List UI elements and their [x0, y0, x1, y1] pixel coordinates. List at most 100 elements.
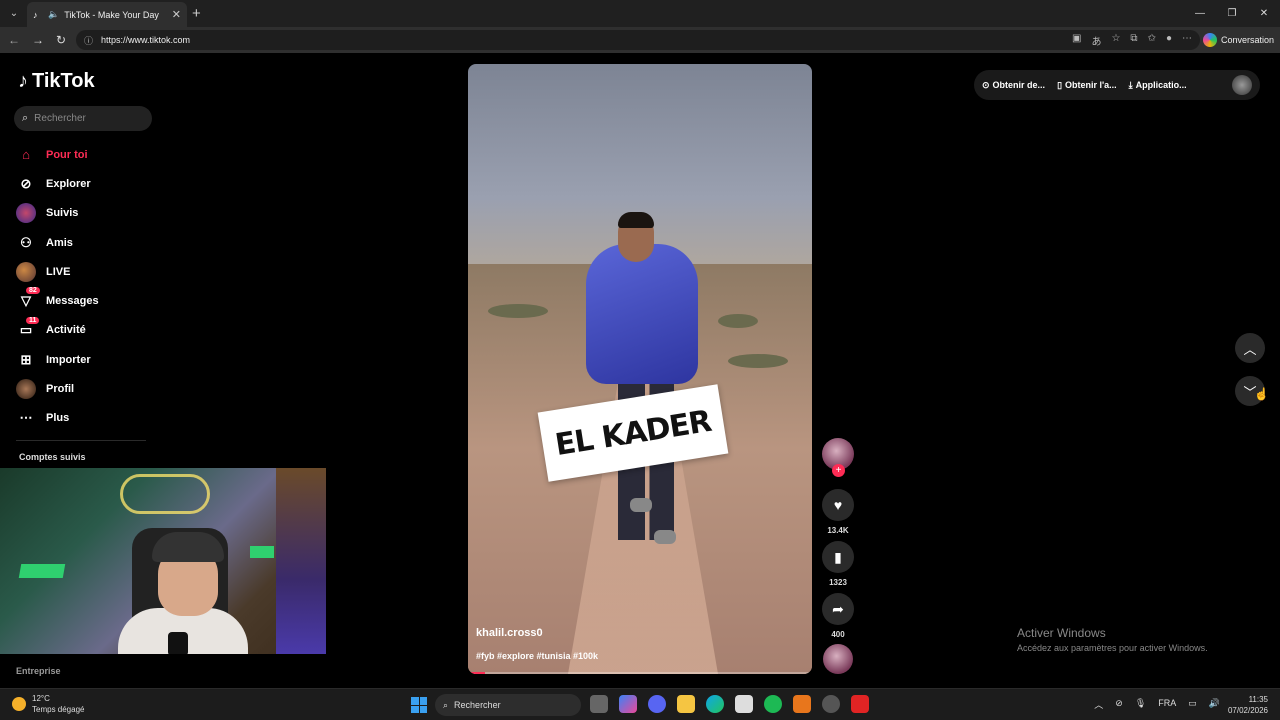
vlc-icon[interactable]: [793, 695, 811, 713]
copilot-button[interactable]: Conversation: [1202, 30, 1274, 50]
extensions-icon[interactable]: ⧉: [1130, 33, 1137, 48]
profile-avatar: [16, 379, 36, 400]
compass-icon: ⊘: [20, 175, 32, 191]
sidebar-item-label: Messages: [46, 295, 99, 308]
close-tab-icon[interactable]: ✕: [172, 8, 181, 21]
task-view-icon[interactable]: [590, 695, 608, 713]
network-off-icon[interactable]: ⊘: [1115, 698, 1123, 711]
site-info-icon[interactable]: ⓘ: [84, 34, 93, 47]
display-icon[interactable]: ▭: [1188, 698, 1197, 711]
tiktok-logo[interactable]: ♪ TikTok: [18, 70, 95, 93]
sidebar-item-label: Profil: [46, 383, 75, 396]
taskbar-search[interactable]: ⌕ Rechercher: [435, 694, 581, 716]
store-icon[interactable]: [735, 695, 753, 713]
red-app-icon[interactable]: [851, 695, 869, 713]
sidebar-item-live[interactable]: LIVE: [16, 257, 156, 286]
previous-video-button[interactable]: ︿: [1235, 333, 1265, 363]
sidebar-item-amis[interactable]: ⚇ Amis: [16, 228, 156, 257]
video-player[interactable]: EL KADER khalil.cross0 #fyb #explore #tu…: [468, 64, 812, 674]
save-button[interactable]: ▮: [822, 541, 854, 573]
system-tray: ︿ ⊘ 🎙 FRA ▭ 🔊: [1094, 698, 1220, 711]
favorites-icon[interactable]: ✩: [1148, 33, 1156, 48]
close-window-icon[interactable]: ✕: [1248, 0, 1280, 27]
logo-text: TikTok: [32, 70, 95, 92]
copilot-app-icon[interactable]: [619, 695, 637, 713]
sidebar-item-messages[interactable]: ▽ 82 Messages: [16, 286, 156, 315]
get-coins-label: Obtenir de...: [992, 80, 1046, 90]
search-input[interactable]: ⌕ Rechercher: [14, 106, 152, 131]
window-controls: — ❐ ✕: [1184, 0, 1280, 27]
weather-desc: Temps dégagé: [32, 705, 85, 714]
share-button[interactable]: ➦: [822, 593, 854, 625]
sidebar-item-plus[interactable]: ⋯ Plus: [16, 404, 156, 433]
bush: [728, 354, 788, 368]
microphone: [168, 632, 188, 654]
address-bar-row: ← → ↻ ⓘ https://www.tiktok.com ▣ あ ☆ ⧉ ✩…: [0, 27, 1280, 53]
mic-icon[interactable]: 🎙: [1135, 698, 1146, 711]
sidebar-item-label: Pour toi: [46, 148, 88, 161]
browser-tabbar: ⌄ ♪ 🔈 TikTok - Make Your Day ✕ + — ❐ ✕: [0, 0, 1280, 27]
weather-temp: 12°C: [32, 694, 50, 703]
copilot-icon: [1202, 33, 1217, 47]
sidebar-divider: [16, 440, 146, 441]
translate-icon[interactable]: あ: [1091, 33, 1101, 48]
browser-tab[interactable]: ♪ 🔈 TikTok - Make Your Day ✕: [27, 2, 187, 27]
start-button-icon[interactable]: [411, 697, 427, 713]
volume-icon[interactable]: 🔊: [1209, 698, 1220, 711]
favorite-star-icon[interactable]: ☆: [1111, 33, 1120, 48]
more-menu-icon[interactable]: ⋯: [1182, 33, 1192, 48]
clock-time: 11:35: [1248, 695, 1268, 704]
sidebar-item-label: Explorer: [46, 177, 91, 190]
video-progress-fill: [468, 672, 486, 674]
weather-widget[interactable]: 12°C Temps dégagé: [12, 693, 84, 715]
get-coins-button[interactable]: ⊙ Obtenir de...: [982, 80, 1045, 91]
sidebar-item-explorer[interactable]: ⊘ Explorer: [16, 169, 156, 198]
heart-icon: ♥: [833, 497, 843, 513]
video-username[interactable]: khalil.cross0: [476, 627, 543, 639]
profile-icon[interactable]: ●: [1166, 33, 1172, 48]
taskbar-search-icon: ⌕: [443, 699, 449, 710]
like-button[interactable]: ♥: [822, 489, 854, 521]
tray-overflow-icon[interactable]: ︿: [1094, 698, 1103, 711]
forward-icon[interactable]: →: [32, 33, 44, 47]
follow-plus-icon[interactable]: +: [832, 464, 845, 477]
sidebar-item-suivis[interactable]: Suivis: [16, 199, 156, 228]
sidebar-item-pour-toi[interactable]: ⌂ Pour toi: [16, 140, 156, 169]
tab-actions-chevron-icon[interactable]: ⌄: [4, 4, 24, 22]
file-explorer-icon[interactable]: [677, 695, 695, 713]
url-field[interactable]: ⓘ https://www.tiktok.com ▣ あ ☆ ⧉ ✩ ● ⋯: [76, 30, 1200, 50]
taskbar-clock[interactable]: 11:35 07/02/2026: [1228, 694, 1268, 716]
reload-icon[interactable]: ↻: [56, 33, 66, 47]
download-icon: ⤓: [1128, 79, 1133, 90]
language-indicator[interactable]: FRA: [1158, 698, 1176, 711]
minimize-icon[interactable]: —: [1184, 0, 1216, 27]
user-avatar[interactable]: [1232, 75, 1252, 95]
following-heading: Comptes suivis: [19, 452, 86, 462]
discord-icon[interactable]: [648, 695, 666, 713]
obs-icon[interactable]: [822, 695, 840, 713]
tiktok-favicon-icon: ♪: [33, 9, 38, 20]
get-app-button[interactable]: ▯ Obtenir l'a...: [1057, 80, 1117, 91]
get-app-label: Obtenir l'a...: [1065, 80, 1117, 90]
video-progress-bar[interactable]: [468, 672, 812, 674]
music-disc[interactable]: [823, 644, 853, 674]
sidebar-item-importer[interactable]: ⊞ Importer: [16, 345, 156, 374]
speaker-icon[interactable]: 🔈: [48, 9, 59, 20]
entreprise-link[interactable]: Entreprise: [16, 666, 61, 676]
friends-icon: ⚇: [20, 234, 32, 250]
desktop-app-button[interactable]: ⤓ Applicatio...: [1129, 80, 1187, 91]
sidebar-item-activite[interactable]: ▭ 11 Activité: [16, 316, 156, 345]
sidebar-item-profil[interactable]: Profil: [16, 374, 156, 403]
tab-title: TikTok - Make Your Day: [64, 9, 159, 20]
taskbar-apps: [590, 695, 869, 713]
hand-cursor-icon: ☝: [1254, 387, 1269, 401]
sidebar-menu: ⌂ Pour toi ⊘ Explorer Suivis ⚇ Amis LIVE…: [16, 140, 156, 433]
new-tab-button[interactable]: +: [192, 5, 201, 22]
restore-icon[interactable]: ❐: [1216, 0, 1248, 27]
windows-activation-watermark: Activer Windows Accédez aux paramètres p…: [1017, 626, 1208, 653]
video-hashtags[interactable]: #fyb #explore #tunisia #100k: [476, 651, 598, 661]
back-icon[interactable]: ←: [8, 33, 20, 47]
edge-icon[interactable]: [706, 695, 724, 713]
spotify-icon[interactable]: [764, 695, 782, 713]
app-available-icon[interactable]: ▣: [1072, 33, 1081, 48]
